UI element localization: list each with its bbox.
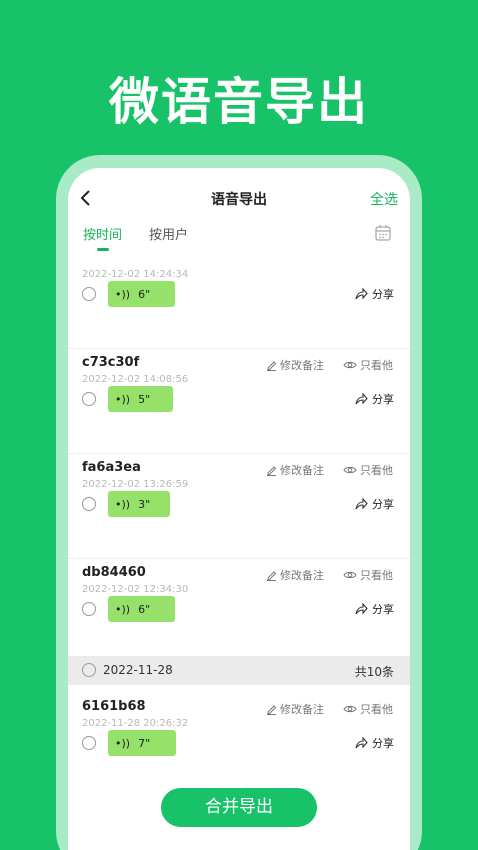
date-group-label: 2022-11-28: [103, 663, 173, 677]
only-view-button[interactable]: 只看他: [343, 357, 393, 373]
date-group-count: 共10条: [354, 665, 394, 679]
pencil-icon: [267, 570, 277, 581]
share-icon: [355, 737, 368, 749]
share-icon: [355, 393, 368, 405]
voice-duration: 3": [138, 497, 151, 511]
record-name: fa6a3ea: [82, 460, 141, 475]
voice-bubble[interactable]: •)) 7": [108, 730, 176, 756]
share-icon: [355, 603, 368, 615]
only-view-button[interactable]: 只看他: [343, 567, 393, 583]
voice-duration: 5": [138, 392, 151, 406]
record-checkbox[interactable]: [82, 602, 96, 616]
edit-note-button[interactable]: 修改备注: [266, 462, 324, 478]
voice-bubble[interactable]: •)) 6": [108, 281, 175, 307]
only-view-button[interactable]: 只看他: [343, 701, 393, 717]
voice-duration: 7": [138, 736, 151, 750]
edit-note-button[interactable]: 修改备注: [266, 567, 324, 583]
select-all-button[interactable]: 全选: [370, 189, 398, 209]
voice-duration: 6": [138, 602, 151, 616]
share-label: 分享: [372, 288, 394, 301]
voice-record-item: db84460 2022-12-02 12:34:30 修改备注 只看他 •))…: [68, 559, 410, 664]
record-name: c73c30f: [82, 355, 140, 370]
record-checkbox[interactable]: [82, 287, 96, 301]
share-button[interactable]: 分享: [355, 496, 394, 512]
voice-record-item: fa6a3ea 2022-12-02 13:26:59 修改备注 只看他 •))…: [68, 454, 410, 559]
nav-title: 语音导出: [211, 192, 267, 208]
share-icon: [355, 498, 368, 510]
edit-note-label: 修改备注: [280, 703, 324, 716]
edit-note-label: 修改备注: [280, 464, 324, 477]
tab-by-user[interactable]: 按用户: [149, 224, 188, 243]
share-label: 分享: [372, 393, 394, 406]
share-icon: [355, 288, 368, 300]
edit-note-button[interactable]: 修改备注: [266, 357, 324, 373]
record-time: 2022-12-02 13:26:59: [82, 479, 189, 490]
sound-wave-icon: •)): [115, 392, 131, 406]
sound-wave-icon: •)): [115, 736, 131, 750]
date-group-header: 2022-11-28 共10条: [68, 656, 410, 685]
pencil-icon: [267, 360, 277, 371]
eye-icon: [343, 466, 357, 474]
calendar-icon[interactable]: [374, 224, 392, 242]
app-screen: 语音导出 全选 按时间 按用户 2022-12-02 14:24:34 •)) …: [68, 168, 410, 850]
share-button[interactable]: 分享: [355, 286, 394, 302]
record-time: 2022-12-02 12:34:30: [82, 584, 189, 595]
record-checkbox[interactable]: [82, 497, 96, 511]
voice-bubble[interactable]: •)) 6": [108, 596, 175, 622]
nav-bar: 语音导出 全选: [68, 168, 410, 226]
record-time: 2022-11-28 20:26:32: [82, 718, 189, 729]
eye-icon: [343, 705, 357, 713]
share-label: 分享: [372, 498, 394, 511]
record-time: 2022-12-02 14:08:56: [82, 374, 189, 385]
merge-export-button[interactable]: 合并导出: [161, 788, 317, 827]
share-label: 分享: [372, 603, 394, 616]
only-view-label: 只看他: [360, 359, 393, 372]
share-button[interactable]: 分享: [355, 735, 394, 751]
sound-wave-icon: •)): [115, 602, 131, 616]
record-name: db84460: [82, 565, 146, 580]
record-checkbox[interactable]: [82, 392, 96, 406]
voice-bubble[interactable]: •)) 5": [108, 386, 173, 412]
eye-icon: [343, 361, 357, 369]
share-button[interactable]: 分享: [355, 601, 394, 617]
pencil-icon: [267, 704, 277, 715]
record-name: 6161b68: [82, 699, 146, 714]
voice-record-item: c73c30f 2022-12-02 14:08:56 修改备注 只看他 •))…: [68, 349, 410, 454]
voice-bubble[interactable]: •)) 3": [108, 491, 170, 517]
date-group-checkbox[interactable]: [82, 663, 96, 677]
eye-icon: [343, 571, 357, 579]
voice-record-item: 2022-12-02 14:24:34 •)) 6" 分享: [68, 260, 410, 349]
sound-wave-icon: •)): [115, 497, 131, 511]
only-view-label: 只看他: [360, 703, 393, 716]
only-view-label: 只看他: [360, 569, 393, 582]
only-view-label: 只看他: [360, 464, 393, 477]
record-time: 2022-12-02 14:24:34: [82, 269, 189, 280]
pencil-icon: [267, 465, 277, 476]
sound-wave-icon: •)): [115, 287, 131, 301]
edit-note-label: 修改备注: [280, 359, 324, 372]
tab-active-indicator: [97, 248, 109, 251]
share-button[interactable]: 分享: [355, 391, 394, 407]
only-view-button[interactable]: 只看他: [343, 462, 393, 478]
edit-note-label: 修改备注: [280, 569, 324, 582]
voice-duration: 6": [138, 287, 151, 301]
tab-by-time[interactable]: 按时间: [83, 224, 122, 243]
banner-title: 微语音导出: [109, 73, 369, 131]
voice-record-item: 6161b68 2022-11-28 20:26:32 修改备注 只看他 •))…: [68, 693, 410, 780]
record-checkbox[interactable]: [82, 736, 96, 750]
edit-note-button[interactable]: 修改备注: [266, 701, 324, 717]
voice-record-list: 2022-12-02 14:24:34 •)) 6" 分享 c73c30f 20…: [68, 260, 410, 780]
share-label: 分享: [372, 737, 394, 750]
